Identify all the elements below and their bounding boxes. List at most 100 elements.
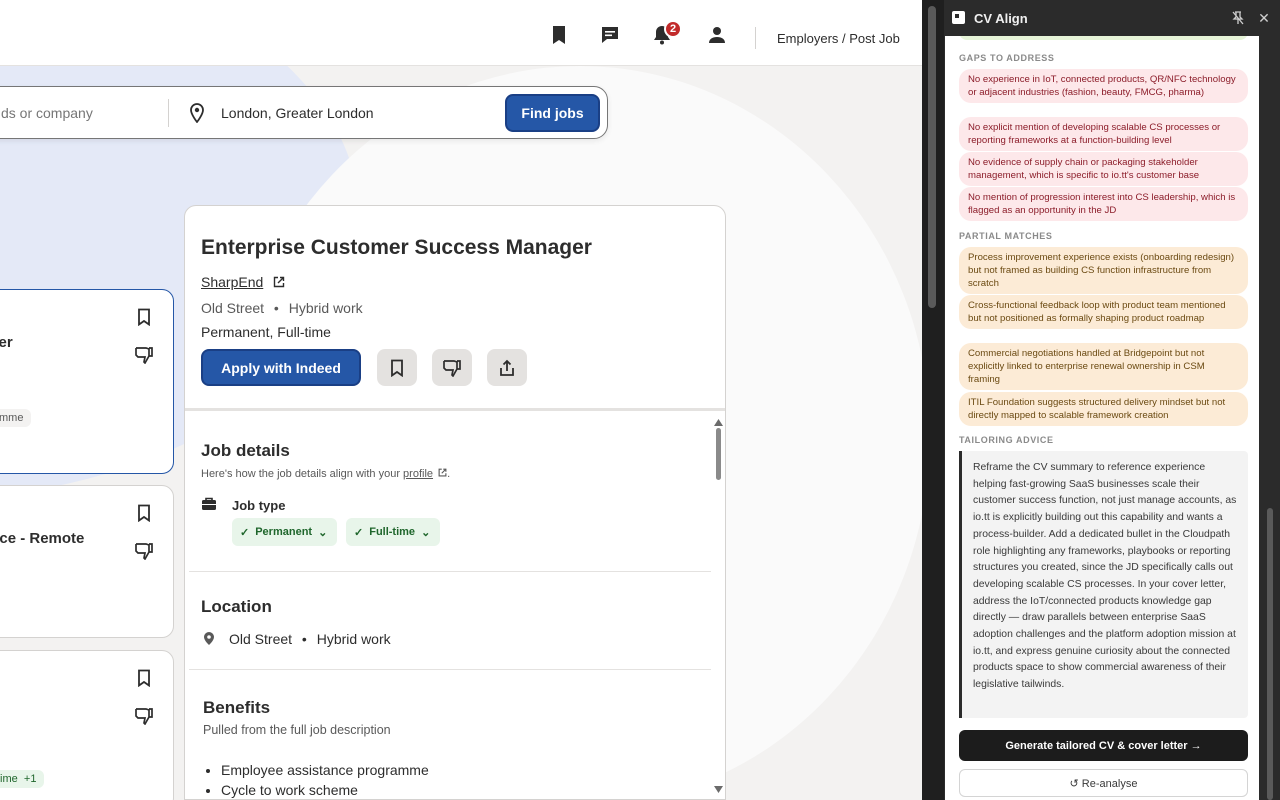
external-link-icon bbox=[438, 468, 447, 477]
page-scrollbar[interactable] bbox=[928, 6, 936, 308]
cv-align-logo-icon bbox=[952, 11, 965, 24]
benefit-item: Employee assistance programme bbox=[221, 762, 429, 778]
location-pin-icon bbox=[203, 631, 215, 651]
gap-item: No explicit mention of developing scalab… bbox=[959, 117, 1248, 151]
thumbs-down-icon[interactable] bbox=[133, 705, 155, 727]
check-icon: ✓ bbox=[240, 526, 250, 539]
job-card-pill: time +1 bbox=[0, 770, 45, 788]
external-link-icon bbox=[273, 275, 285, 293]
job-card-pill-count: +1 bbox=[23, 773, 37, 785]
bullet-separator: • bbox=[301, 631, 307, 647]
extension-header: CV Align ✕ bbox=[944, 0, 1280, 36]
extension-scrollbar[interactable] bbox=[1267, 508, 1273, 800]
search-divider bbox=[168, 99, 169, 127]
job-location: Old Street bbox=[201, 300, 265, 316]
job-detail-panel: Enterprise Customer Success Manager Shar… bbox=[184, 205, 726, 800]
chip-label: Permanent bbox=[255, 526, 313, 538]
bookmark-icon[interactable] bbox=[133, 502, 155, 524]
job-card[interactable]: ager mme bbox=[0, 289, 174, 474]
what-input[interactable]: ds or company bbox=[1, 105, 93, 121]
gap-item: No mention of progression interest into … bbox=[959, 187, 1248, 221]
share-button[interactable] bbox=[487, 349, 527, 386]
close-icon[interactable]: ✕ bbox=[1256, 10, 1272, 26]
job-type-label: Job type bbox=[232, 498, 286, 513]
partial-matches-label: PARTIAL MATCHES bbox=[959, 231, 1053, 241]
pin-icon[interactable] bbox=[1230, 10, 1246, 26]
job-details-subtext: Here's how the job details align with yo… bbox=[201, 468, 451, 480]
scroll-up-arrow[interactable] bbox=[714, 413, 724, 426]
partial-item: ITIL Foundation suggests structured deli… bbox=[959, 392, 1248, 426]
notification-badge: 2 bbox=[664, 20, 682, 38]
job-details-heading: Job details bbox=[201, 441, 290, 460]
page-scrollbar-track bbox=[922, 0, 944, 800]
messages-icon[interactable] bbox=[599, 24, 621, 46]
location-pin-icon bbox=[189, 103, 205, 128]
location-detail: Old Street • Hybrid work bbox=[229, 631, 391, 647]
search-bar: ds or company London, Greater London Fin… bbox=[0, 86, 608, 139]
top-navbar: 2 Employers / Post Job bbox=[0, 0, 922, 66]
user-icon[interactable] bbox=[706, 24, 728, 46]
divider bbox=[185, 408, 725, 411]
benefits-subtext: Pulled from the full job description bbox=[203, 723, 391, 737]
job-location-line: Old Street • Hybrid work bbox=[201, 300, 363, 316]
extension-name: CV Align bbox=[974, 11, 1028, 26]
job-type-chip[interactable]: ✓ Full-time ⌄ bbox=[346, 518, 441, 546]
bookmark-icon[interactable] bbox=[133, 306, 155, 328]
location-street: Old Street bbox=[229, 631, 293, 647]
bookmark-icon[interactable] bbox=[548, 24, 570, 46]
check-icon: ✓ bbox=[354, 526, 364, 539]
employers-link[interactable]: Employers / Post Job bbox=[777, 31, 900, 46]
company-link[interactable]: SharpEnd bbox=[201, 274, 263, 290]
divider bbox=[189, 669, 711, 670]
gap-item: No experience in IoT, connected products… bbox=[959, 69, 1248, 103]
chip-label: Full-time bbox=[369, 526, 416, 538]
job-card-pill-label: time bbox=[0, 773, 18, 785]
save-job-button[interactable] bbox=[377, 349, 417, 386]
job-types: Permanent, Full-time bbox=[201, 324, 331, 340]
nav-separator bbox=[755, 27, 756, 49]
extension-body: GAPS TO ADDRESS No experience in IoT, co… bbox=[945, 36, 1259, 800]
detail-scrollbar[interactable] bbox=[716, 428, 721, 480]
gaps-label: GAPS TO ADDRESS bbox=[959, 53, 1055, 63]
thumbs-down-icon[interactable] bbox=[133, 540, 155, 562]
job-card-title: rvice - Remote bbox=[0, 530, 85, 547]
partial-item: Cross-functional feedback loop with prod… bbox=[959, 295, 1248, 329]
scroll-down-arrow[interactable] bbox=[714, 780, 724, 793]
cv-align-extension: CV Align ✕ GAPS TO ADDRESS No experience… bbox=[922, 0, 1280, 800]
benefits-list: Employee assistance programme Cycle to w… bbox=[221, 762, 429, 799]
bullet-separator: • bbox=[273, 300, 279, 316]
where-input[interactable]: London, Greater London bbox=[221, 105, 374, 121]
benefit-item: Cycle to work scheme bbox=[221, 782, 429, 798]
find-jobs-button[interactable]: Find jobs bbox=[505, 94, 600, 132]
job-site: 2 Employers / Post Job ds or company Lon… bbox=[0, 0, 922, 800]
location-heading: Location bbox=[201, 597, 272, 616]
partial-item: Process improvement experience exists (o… bbox=[959, 247, 1248, 294]
benefits-heading: Benefits bbox=[203, 698, 271, 717]
profile-link[interactable]: profile bbox=[403, 468, 433, 480]
tailoring-advice-text: Reframe the CV summary to reference expe… bbox=[973, 462, 1237, 691]
not-interested-button[interactable] bbox=[432, 349, 472, 386]
job-card-title: ager bbox=[0, 334, 13, 351]
reanalyse-button[interactable]: ↺ Re-analyse bbox=[959, 769, 1248, 797]
bookmark-icon[interactable] bbox=[133, 667, 155, 689]
strength-item-partial bbox=[959, 36, 1248, 40]
tailoring-advice-label: TAILORING ADVICE bbox=[959, 435, 1054, 445]
location-mode: Hybrid work bbox=[316, 631, 391, 647]
gap-item: No evidence of supply chain or packaging… bbox=[959, 152, 1248, 186]
job-card-pill: mme bbox=[0, 409, 32, 427]
extension-scrollbar-track bbox=[1261, 36, 1280, 800]
thumbs-down-icon[interactable] bbox=[133, 344, 155, 366]
divider bbox=[189, 571, 711, 572]
job-type-chip[interactable]: ✓ Permanent ⌄ bbox=[232, 518, 338, 546]
generate-cv-button[interactable]: Generate tailored CV & cover letter → bbox=[959, 730, 1248, 761]
advice-accent-bar bbox=[959, 451, 962, 718]
job-work-mode: Hybrid work bbox=[288, 300, 363, 316]
tailoring-advice-box: Reframe the CV summary to reference expe… bbox=[959, 451, 1248, 718]
job-title: Enterprise Customer Success Manager bbox=[201, 236, 592, 259]
job-card[interactable]: rvice - Remote bbox=[0, 485, 174, 638]
apply-button[interactable]: Apply with Indeed bbox=[201, 349, 361, 386]
job-details-subtext-prefix: Here's how the job details align with yo… bbox=[201, 468, 400, 480]
job-card[interactable]: time +1 bbox=[0, 650, 174, 800]
briefcase-icon bbox=[201, 497, 217, 516]
chevron-down-icon: ⌄ bbox=[318, 526, 328, 539]
